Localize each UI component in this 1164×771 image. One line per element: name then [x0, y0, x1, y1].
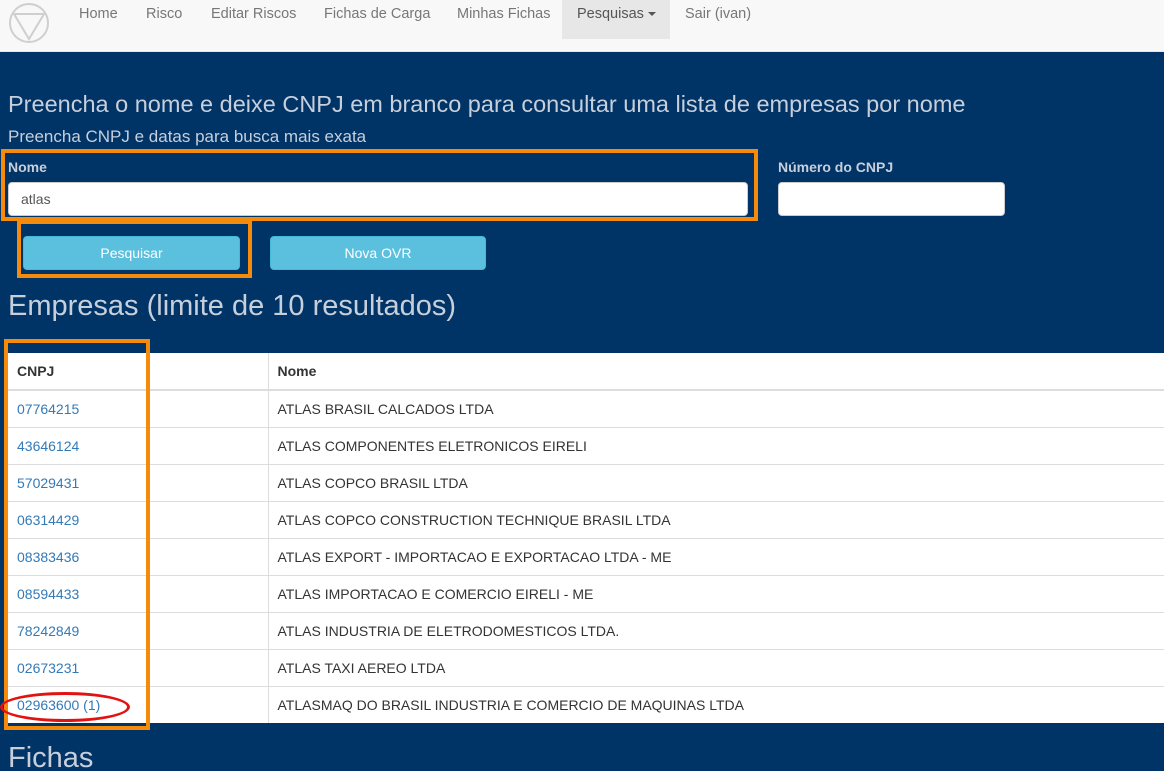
nav-fichas-de-carga[interactable]: Fichas de Carga	[309, 0, 445, 39]
company-name: ATLAS BRASIL CALCADOS LTDA	[268, 389, 1164, 427]
table-row: 08383436 ATLAS EXPORT - IMPORTACAO E EXP…	[8, 537, 1164, 575]
nav-pesquisas-label: Pesquisas	[577, 6, 644, 22]
cnpj-link[interactable]: 08594433	[17, 586, 79, 602]
header-nome: Nome	[268, 353, 1164, 391]
fichas-title: Fichas	[8, 742, 94, 771]
table-row: 07764215 ATLAS BRASIL CALCADOS LTDA	[8, 389, 1164, 427]
nav-home[interactable]: Home	[64, 0, 133, 39]
company-name: ATLAS EXPORT - IMPORTACAO E EXPORTACAO L…	[268, 537, 1164, 575]
company-name: ATLAS COPCO BRASIL LTDA	[268, 463, 1164, 501]
nav-pesquisas-dropdown[interactable]: Pesquisas	[562, 0, 670, 39]
cnpj-link[interactable]: 02963600 (1)	[17, 697, 100, 713]
nav-editar-riscos[interactable]: Editar Riscos	[196, 0, 311, 39]
table-row: 02963600 (1) ATLASMAQ DO BRASIL INDUSTRI…	[8, 685, 1164, 723]
cnpj-link[interactable]: 43646124	[17, 438, 79, 454]
table-row: 78242849 ATLAS INDUSTRIA DE ELETRODOMEST…	[8, 611, 1164, 649]
triangle-circle-logo-icon[interactable]	[8, 2, 50, 44]
cnpj-label: Número do CNPJ	[778, 159, 894, 175]
cnpj-input[interactable]	[778, 182, 1005, 216]
nav-risco[interactable]: Risco	[131, 0, 197, 39]
company-name: ATLAS INDUSTRIA DE ELETRODOMESTICOS LTDA…	[268, 611, 1164, 649]
table-row: 02673231 ATLAS TAXI AEREO LTDA	[8, 648, 1164, 686]
table-header-row: CNPJ Nome	[8, 353, 1164, 391]
company-name: ATLAS IMPORTACAO E COMERCIO EIRELI - ME	[268, 574, 1164, 612]
cnpj-link[interactable]: 02673231	[17, 660, 79, 676]
nome-input[interactable]	[8, 182, 748, 216]
cnpj-link[interactable]: 08383436	[17, 549, 79, 565]
header-cnpj: CNPJ	[8, 353, 269, 391]
instructions-line2: Preencha CNPJ e datas para busca mais ex…	[8, 127, 367, 146]
nova-ovr-button[interactable]: Nova OVR	[270, 236, 486, 270]
empresas-title: Empresas (limite de 10 resultados)	[8, 290, 457, 322]
caret-down-icon	[647, 12, 656, 17]
nav-minhas-fichas[interactable]: Minhas Fichas	[442, 0, 565, 39]
instructions-line1: Preencha o nome e deixe CNPJ em branco p…	[8, 91, 966, 117]
company-name: ATLAS COPCO CONSTRUCTION TECHNIQUE BRASI…	[268, 500, 1164, 538]
cnpj-link[interactable]: 78242849	[17, 623, 79, 639]
table-row: 08594433 ATLAS IMPORTACAO E COMERCIO EIR…	[8, 574, 1164, 612]
company-name: ATLASMAQ DO BRASIL INDUSTRIA E COMERCIO …	[268, 685, 1164, 723]
pesquisar-button[interactable]: Pesquisar	[23, 236, 240, 270]
company-name: ATLAS COMPONENTES ELETRONICOS EIRELI	[268, 426, 1164, 464]
cnpj-link[interactable]: 57029431	[17, 475, 79, 491]
top-navbar: Home Risco Editar Riscos Fichas de Carga…	[0, 0, 1164, 52]
nav-sair[interactable]: Sair (ivan)	[670, 0, 766, 39]
table-row: 57029431 ATLAS COPCO BRASIL LTDA	[8, 463, 1164, 501]
cnpj-link[interactable]: 06314429	[17, 512, 79, 528]
nome-label: Nome	[8, 159, 47, 175]
table-row: 43646124 ATLAS COMPONENTES ELETRONICOS E…	[8, 426, 1164, 464]
cnpj-link[interactable]: 07764215	[17, 401, 79, 417]
empresas-table: CNPJ Nome 07764215 ATLAS BRASIL CALCADOS…	[8, 353, 1164, 723]
company-name: ATLAS TAXI AEREO LTDA	[268, 648, 1164, 686]
table-row: 06314429 ATLAS COPCO CONSTRUCTION TECHNI…	[8, 500, 1164, 538]
